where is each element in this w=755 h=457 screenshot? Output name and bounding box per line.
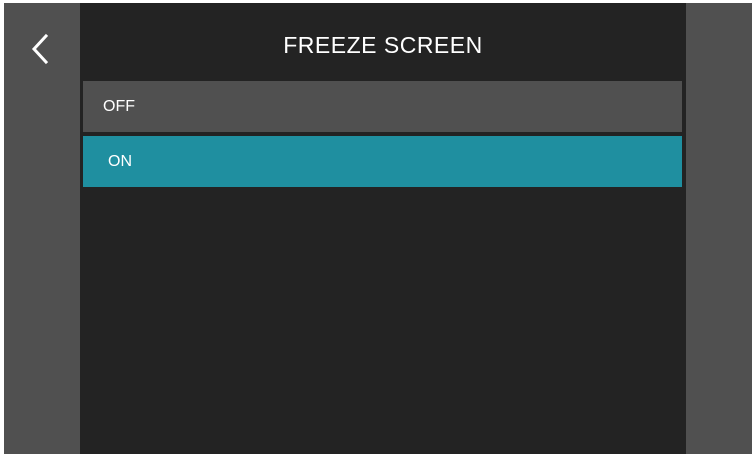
right-rail: [686, 3, 752, 454]
option-on[interactable]: ON: [83, 136, 682, 187]
device-screen: FREEZE SCREEN OFF ON: [4, 3, 752, 454]
chevron-left-icon: [31, 33, 49, 65]
option-off[interactable]: OFF: [83, 81, 682, 132]
left-rail: [4, 3, 80, 454]
page-title: FREEZE SCREEN: [283, 32, 483, 58]
main-panel: FREEZE SCREEN OFF ON: [80, 3, 686, 454]
back-button[interactable]: [18, 27, 62, 71]
option-on-label: ON: [108, 153, 132, 170]
option-off-label: OFF: [103, 98, 135, 115]
